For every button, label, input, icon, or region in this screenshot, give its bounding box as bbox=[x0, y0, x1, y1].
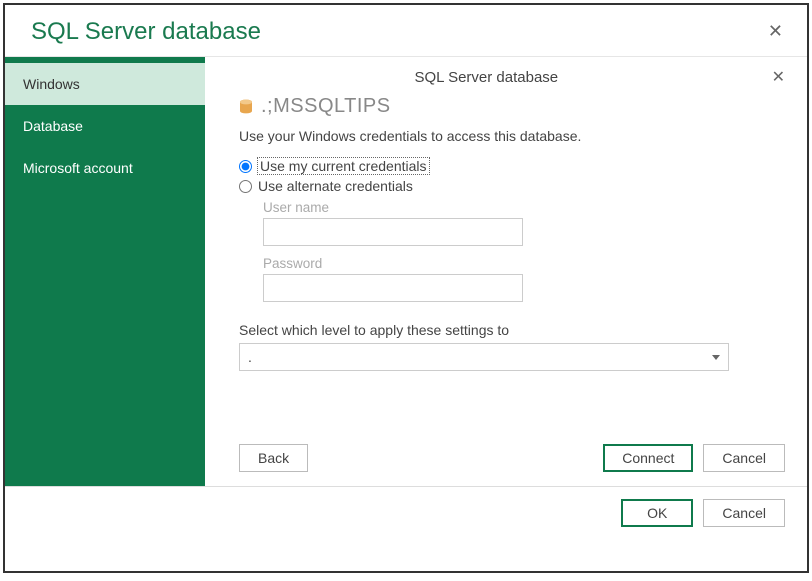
radio-alternate-label: Use alternate credentials bbox=[258, 178, 413, 194]
password-label: Password bbox=[263, 256, 773, 271]
radio-alternate-credentials[interactable]: Use alternate credentials bbox=[239, 178, 773, 194]
database-identifier: .;MSSQLTIPS bbox=[239, 95, 773, 118]
password-field[interactable] bbox=[263, 274, 523, 302]
database-icon bbox=[239, 99, 253, 115]
inner-dialog-title: SQL Server database bbox=[205, 65, 768, 86]
back-button[interactable]: Back bbox=[239, 444, 308, 472]
inner-cancel-button[interactable]: Cancel bbox=[703, 444, 785, 472]
close-icon[interactable]: ✕ bbox=[762, 17, 789, 46]
outer-dialog-title: SQL Server database bbox=[31, 18, 261, 46]
level-select[interactable]: . bbox=[239, 343, 729, 371]
chevron-down-icon bbox=[712, 355, 720, 360]
outer-cancel-button[interactable]: Cancel bbox=[703, 499, 785, 527]
inner-close-icon[interactable]: ✕ bbox=[768, 65, 789, 89]
sidebar-item-label: Windows bbox=[23, 76, 80, 92]
username-field[interactable] bbox=[263, 218, 523, 246]
sidebar-item-windows[interactable]: Windows bbox=[5, 63, 205, 105]
radio-current-input[interactable] bbox=[239, 160, 252, 173]
sidebar-item-microsoft-account[interactable]: Microsoft account bbox=[5, 147, 205, 189]
database-name: .;MSSQLTIPS bbox=[261, 95, 391, 118]
connect-button[interactable]: Connect bbox=[603, 444, 693, 472]
sidebar-item-database[interactable]: Database bbox=[5, 105, 205, 147]
instructions-text: Use your Windows credentials to access t… bbox=[239, 128, 773, 144]
ok-button[interactable]: OK bbox=[621, 499, 693, 527]
radio-alternate-input[interactable] bbox=[239, 180, 252, 193]
level-selected-value: . bbox=[248, 349, 252, 365]
username-label: User name bbox=[263, 200, 773, 215]
radio-current-label: Use my current credentials bbox=[258, 158, 429, 174]
level-label: Select which level to apply these settin… bbox=[239, 322, 773, 338]
radio-current-credentials[interactable]: Use my current credentials bbox=[239, 158, 773, 174]
sidebar-item-label: Microsoft account bbox=[23, 160, 133, 176]
auth-method-sidebar: Windows Database Microsoft account bbox=[5, 57, 205, 486]
sidebar-item-label: Database bbox=[23, 118, 83, 134]
